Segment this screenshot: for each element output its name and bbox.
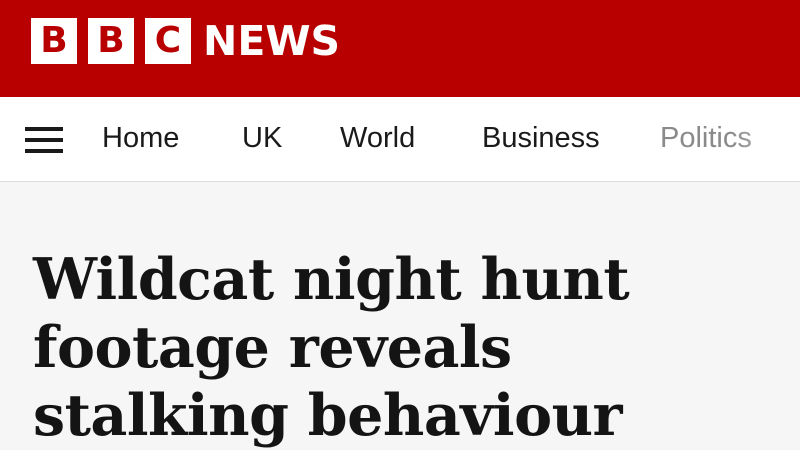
logo-letter-b2: B: [88, 18, 134, 64]
nav-item-business[interactable]: Business: [482, 119, 600, 157]
nav-scroll-fade: [730, 97, 800, 181]
hamburger-menu-icon[interactable]: [25, 127, 63, 153]
primary-navigation: Home UK World Business Politics: [0, 97, 800, 182]
logo-word-news: NEWS: [203, 17, 341, 65]
nav-item-uk[interactable]: UK: [242, 119, 282, 157]
article-headline: Wildcat night hunt footage reveals stalk…: [33, 246, 630, 449]
menu-bar-middle: [25, 138, 63, 142]
logo-letter-b1: B: [31, 18, 77, 64]
bbc-news-logo[interactable]: B B C NEWS: [31, 18, 340, 64]
menu-bar-top: [25, 127, 63, 131]
logo-letter-c: C: [145, 18, 191, 64]
nav-item-world[interactable]: World: [340, 119, 415, 157]
nav-item-home[interactable]: Home: [102, 119, 179, 157]
menu-bar-bottom: [25, 149, 63, 153]
masthead: B B C NEWS: [0, 0, 800, 97]
